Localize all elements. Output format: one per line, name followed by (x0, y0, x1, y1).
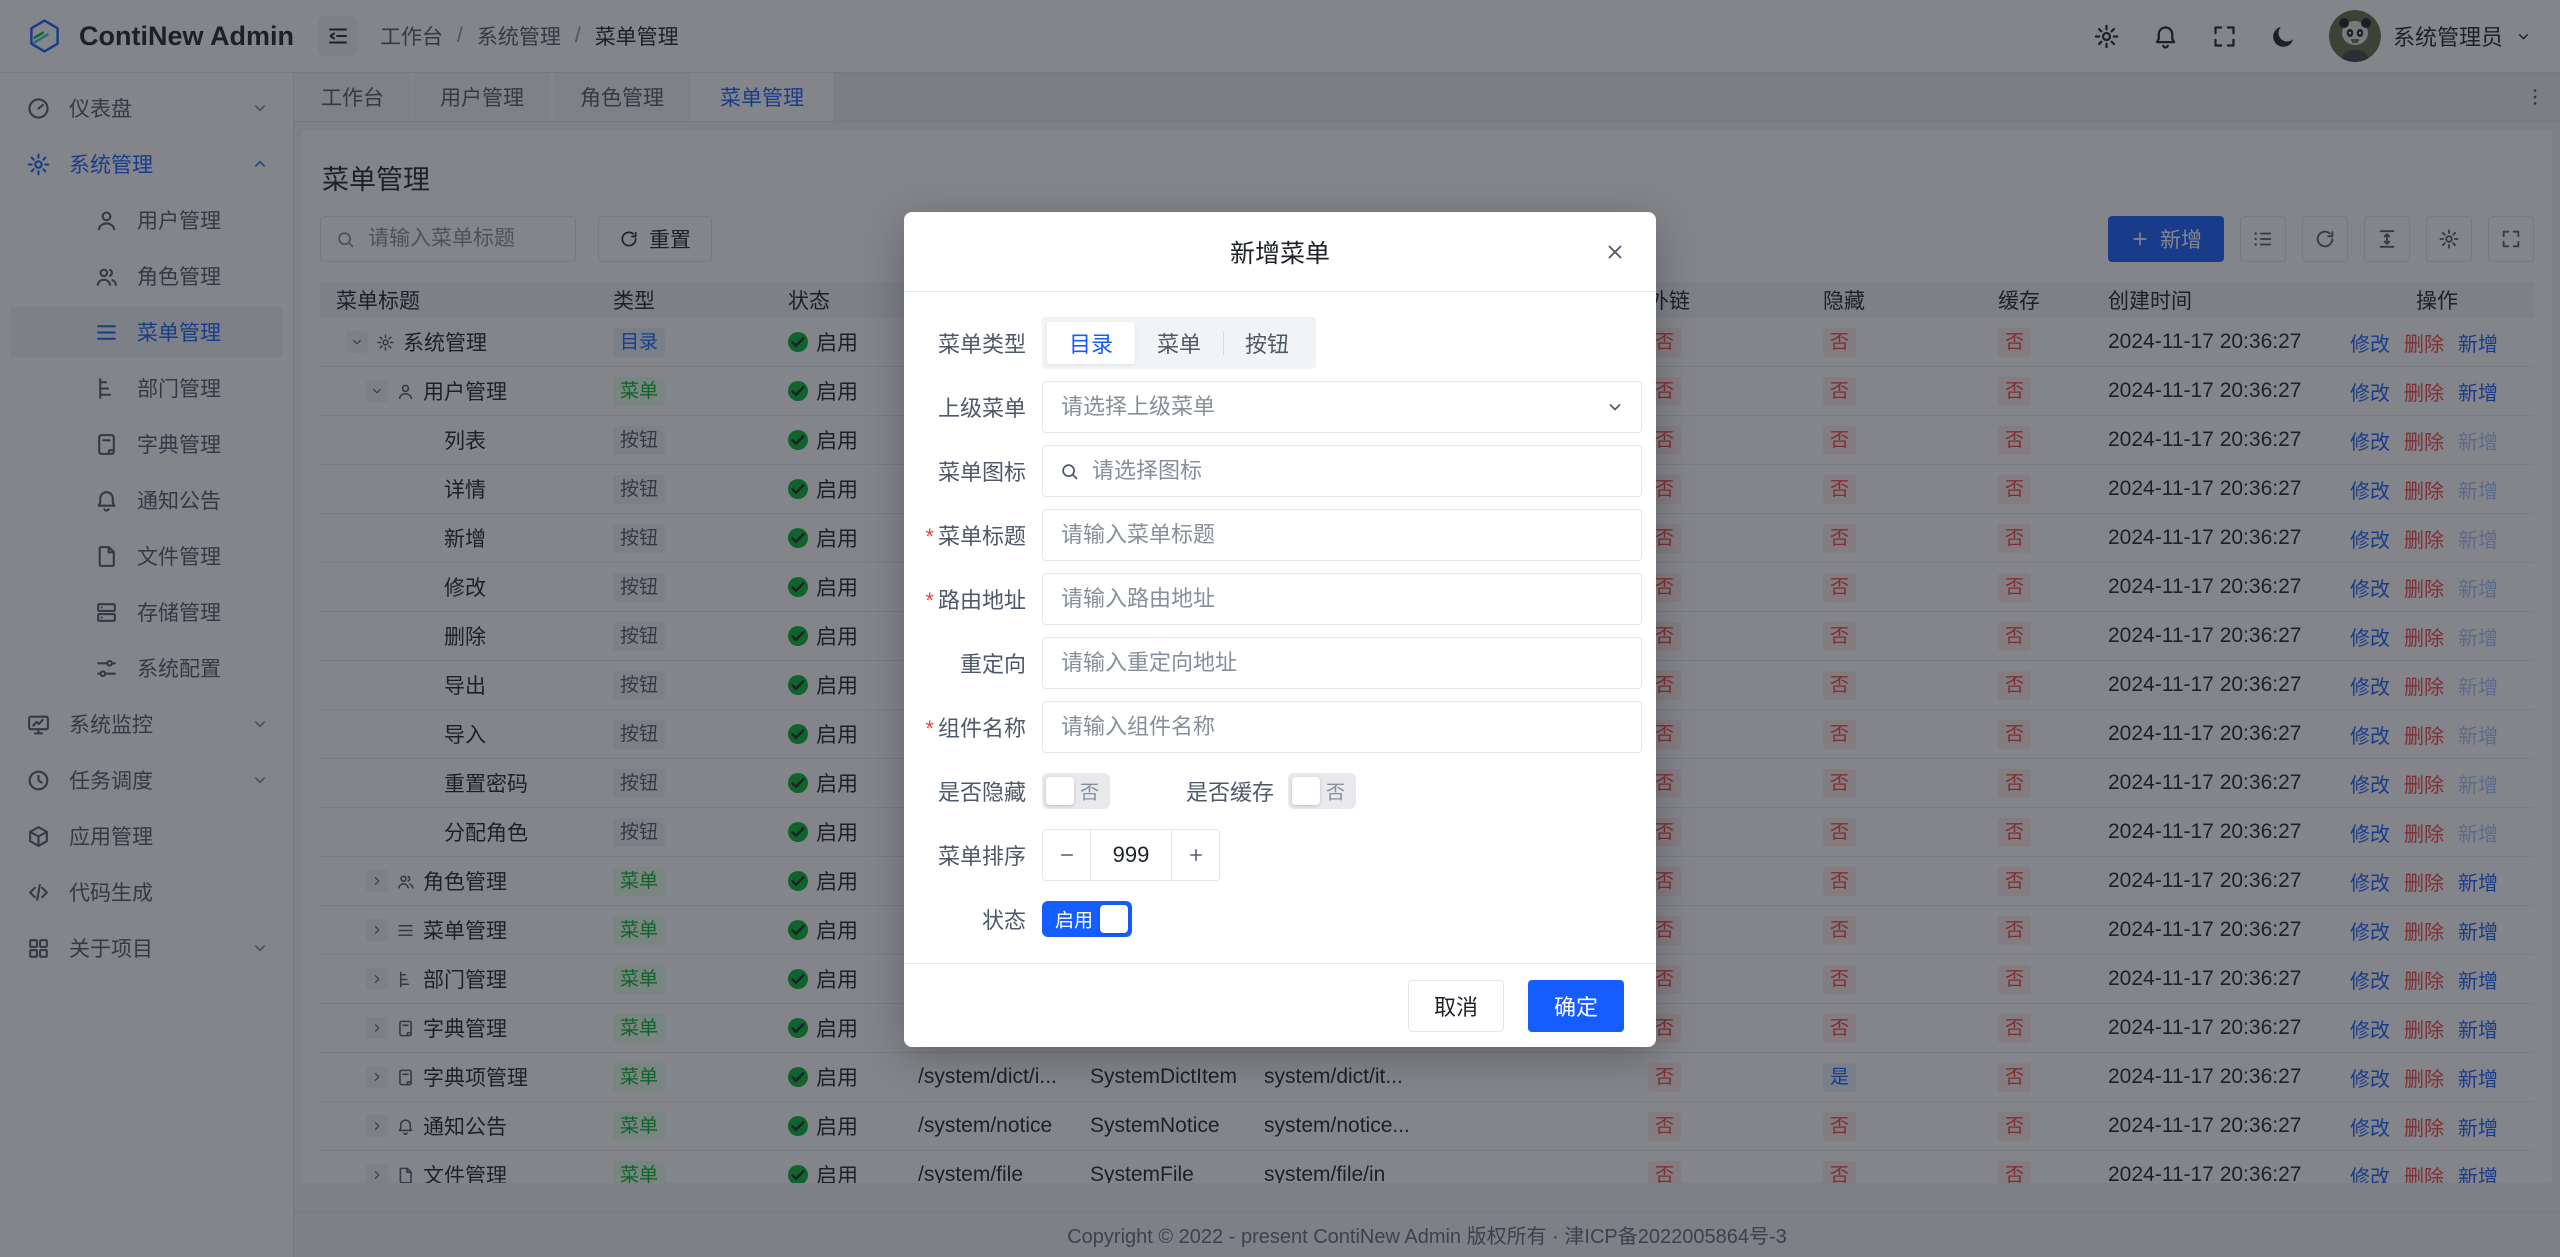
stepper-plus-button[interactable] (1171, 830, 1219, 880)
status-label: 状态 (904, 903, 1026, 935)
component-field (1042, 701, 1642, 753)
menu-icon-input[interactable] (1090, 457, 1625, 485)
menu-icon-picker[interactable] (1042, 445, 1642, 497)
close-icon[interactable] (1604, 241, 1626, 263)
redirect-field (1042, 637, 1642, 689)
stepper-minus-button[interactable] (1043, 830, 1091, 880)
toggle-knob (1046, 777, 1074, 805)
menu-type-radio-group: 目录 菜单 按钮 (1042, 317, 1316, 369)
menu-title-field (1042, 509, 1642, 561)
chevron-down-icon (1605, 397, 1625, 417)
confirm-button[interactable]: 确定 (1528, 980, 1624, 1032)
status-toggle[interactable]: 启用 (1042, 901, 1132, 937)
route-field (1042, 573, 1642, 625)
cancel-button[interactable]: 取消 (1408, 980, 1504, 1032)
sort-stepper: 999 (1042, 829, 1220, 881)
menu-title-label: 菜单标题 (904, 519, 1026, 551)
menu-title-input[interactable] (1059, 521, 1625, 549)
redirect-input[interactable] (1059, 649, 1625, 677)
redirect-label: 重定向 (904, 647, 1026, 679)
parent-menu-select[interactable] (1042, 381, 1642, 433)
component-input[interactable] (1059, 713, 1625, 741)
menu-type-option-menu[interactable]: 菜单 (1135, 322, 1223, 364)
menu-type-option-button[interactable]: 按钮 (1223, 322, 1311, 364)
route-label: 路由地址 (904, 583, 1026, 615)
parent-menu-label: 上级菜单 (904, 391, 1026, 423)
sort-value: 999 (1091, 830, 1171, 880)
cache-toggle[interactable]: 否 (1288, 773, 1356, 809)
menu-type-label: 菜单类型 (904, 327, 1026, 359)
add-menu-modal: 新增菜单 菜单类型 目录 菜单 按钮 上级菜单 菜单图标 (904, 212, 1656, 1047)
hide-toggle-value: 否 (1080, 778, 1099, 805)
toggle-knob (1100, 905, 1128, 933)
plus-icon (1187, 846, 1205, 864)
component-label: 组件名称 (904, 711, 1026, 743)
hide-toggle[interactable]: 否 (1042, 773, 1110, 809)
cache-label: 是否缓存 (1186, 775, 1274, 807)
parent-menu-input[interactable] (1059, 393, 1595, 421)
route-input[interactable] (1059, 585, 1625, 613)
status-toggle-value: 启用 (1055, 906, 1093, 933)
toggle-knob (1292, 777, 1320, 805)
modal-title: 新增菜单 (1230, 234, 1330, 270)
menu-type-option-dir[interactable]: 目录 (1047, 322, 1135, 364)
search-icon (1059, 461, 1080, 482)
sort-label: 菜单排序 (904, 839, 1026, 871)
menu-icon-label: 菜单图标 (904, 455, 1026, 487)
hide-label: 是否隐藏 (904, 775, 1026, 807)
minus-icon (1058, 846, 1076, 864)
cache-toggle-value: 否 (1326, 778, 1345, 805)
